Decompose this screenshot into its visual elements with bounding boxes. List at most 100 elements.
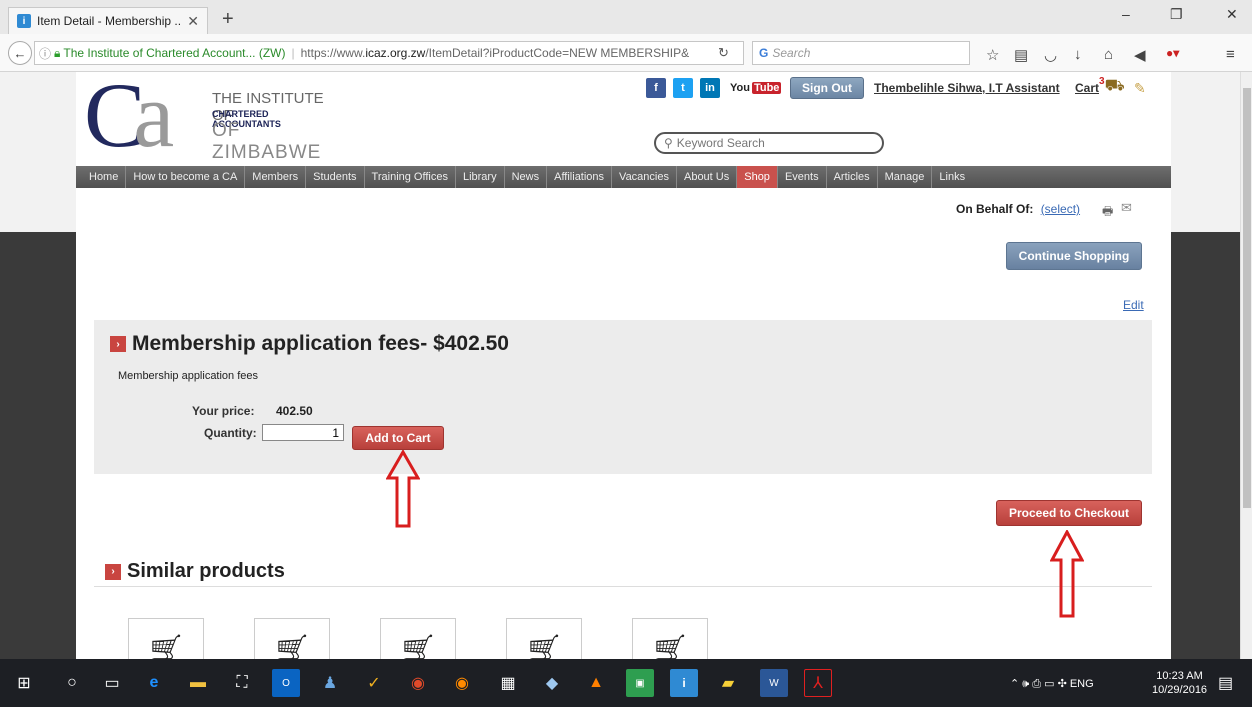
window-minimize-button[interactable]: –: [1122, 6, 1130, 22]
nav-item-library[interactable]: Library: [456, 166, 505, 188]
taskbar-clock[interactable]: 10:23 AM 10/29/2016: [1152, 669, 1207, 697]
task-view-icon[interactable]: ▭: [98, 669, 126, 697]
address-bar[interactable]: ⓘ 🔒︎ The Institute of Chartered Account.…: [34, 41, 744, 65]
reading-list-icon[interactable]: ▤: [1014, 46, 1028, 64]
nav-item-become-ca[interactable]: How to become a CA: [126, 166, 246, 188]
word-icon[interactable]: W: [760, 669, 788, 697]
annotation-arrow-icon: [386, 450, 420, 528]
linkedin-icon[interactable]: in: [700, 78, 720, 98]
mail-icon[interactable]: ✉: [1121, 200, 1132, 216]
windows-start-icon[interactable]: ⊞: [10, 669, 38, 697]
nav-item-home[interactable]: Home: [82, 166, 127, 188]
nav-item-shop[interactable]: Shop: [737, 166, 778, 188]
nav-item-students[interactable]: Students: [306, 166, 365, 188]
acrobat-icon[interactable]: ⅄: [804, 669, 832, 697]
windows-taskbar: ⊞ ○ ▭ e ▬ ⛶ O ♟ ✓ ◉ ◉ ▦ ◆ ▲ ▣ i ▰ W ⅄ ⌃ …: [0, 659, 1252, 707]
shopping-cart-icon: 🛒︎: [146, 634, 186, 659]
reload-icon[interactable]: ↻: [718, 45, 729, 61]
window-maximize-button[interactable]: ❐: [1170, 6, 1183, 23]
twitter-icon[interactable]: t: [673, 78, 693, 98]
home-icon[interactable]: ⌂: [1104, 46, 1113, 63]
shopping-cart-icon: 🛒︎: [524, 634, 564, 659]
site-logo[interactable]: Ca THE INSTITUTE OF CHARTERED ACCOUNTANT…: [84, 72, 324, 166]
nav-item-articles[interactable]: Articles: [827, 166, 878, 188]
youtube-icon[interactable]: You Tube: [728, 82, 782, 94]
chrome-icon[interactable]: ◉: [404, 669, 432, 697]
product-panel: › Membership application fees- $402.50 M…: [94, 320, 1152, 474]
check-app-icon[interactable]: ✓: [360, 669, 388, 697]
shopping-cart-icon: 🛒︎: [650, 634, 690, 659]
firefox-icon[interactable]: ◉: [448, 669, 476, 697]
nav-item-members[interactable]: Members: [245, 166, 307, 188]
on-behalf-select-link[interactable]: (select): [1041, 202, 1080, 216]
nav-item-vacancies[interactable]: Vacancies: [612, 166, 677, 188]
tab-close-icon[interactable]: ✕: [187, 13, 199, 30]
proceed-to-checkout-button[interactable]: Proceed to Checkout: [996, 500, 1142, 526]
scrollbar-thumb[interactable]: [1243, 88, 1251, 508]
calculator-icon[interactable]: ▦: [494, 669, 522, 697]
menu-hamburger-icon[interactable]: ≡: [1226, 46, 1235, 63]
nav-item-events[interactable]: Events: [778, 166, 827, 188]
nav-item-links[interactable]: Links: [932, 166, 972, 188]
product-description: Membership application fees: [118, 370, 259, 382]
site-identity[interactable]: The Institute of Chartered Account... (Z…: [63, 46, 285, 60]
similar-product-card[interactable]: 🛒︎: [380, 618, 456, 659]
page-scrollbar[interactable]: [1240, 72, 1252, 659]
continue-shopping-button[interactable]: Continue Shopping: [1006, 242, 1142, 270]
new-tab-button[interactable]: +: [222, 8, 234, 31]
user-profile-link[interactable]: Thembelihle Sihwa, I.T Assistant: [874, 81, 1060, 95]
chevron-right-icon: ›: [105, 563, 121, 580]
vlc-icon[interactable]: ▲: [582, 669, 610, 697]
back-arrow-icon[interactable]: ←: [8, 41, 32, 65]
nav-item-about-us[interactable]: About Us: [677, 166, 738, 188]
people-icon[interactable]: ♟: [316, 669, 344, 697]
pocket-icon[interactable]: ◡: [1044, 46, 1057, 64]
sticky-notes-icon[interactable]: ▰: [714, 669, 742, 697]
page-viewport: Ca THE INSTITUTE OF CHARTERED ACCOUNTANT…: [0, 72, 1240, 659]
paint-icon[interactable]: ◆: [538, 669, 566, 697]
shopping-cart-icon[interactable]: 3⛟: [1099, 76, 1125, 96]
divider: [94, 586, 1152, 587]
product-title: › Membership application fees- $402.50: [110, 332, 509, 356]
info-app-icon[interactable]: i: [670, 669, 698, 697]
keyword-search-input[interactable]: ⚲ Keyword Search: [654, 132, 884, 154]
similar-product-card[interactable]: 🛒︎: [254, 618, 330, 659]
similar-product-card[interactable]: 🛒︎: [506, 618, 582, 659]
edit-link[interactable]: Edit: [1123, 298, 1144, 312]
sage-app-icon[interactable]: ▣: [626, 669, 654, 697]
cortana-search-icon[interactable]: ○: [58, 669, 86, 697]
notification-icon[interactable]: ▤: [1218, 673, 1233, 693]
sign-out-button[interactable]: Sign Out: [790, 77, 864, 99]
similar-product-card[interactable]: 🛒︎: [632, 618, 708, 659]
tab-title: Item Detail - Membership ...: [37, 14, 182, 28]
facebook-icon[interactable]: f: [646, 78, 666, 98]
browser-search-input[interactable]: G Search: [752, 41, 970, 65]
browser-tab[interactable]: i Item Detail - Membership ... ✕: [8, 7, 208, 34]
edit-pencil-icon[interactable]: ✎: [1134, 80, 1146, 97]
url-text[interactable]: https://www.icaz.org.zw/ItemDetail?iProd…: [301, 46, 689, 60]
outlook-icon[interactable]: O: [272, 669, 300, 697]
nav-item-news[interactable]: News: [505, 166, 548, 188]
similar-product-card[interactable]: 🛒︎: [128, 618, 204, 659]
cart-link[interactable]: Cart: [1075, 81, 1099, 95]
print-icon[interactable]: 🖶: [1102, 202, 1113, 223]
quantity-input[interactable]: [262, 424, 344, 441]
share-icon[interactable]: ◀: [1134, 46, 1146, 64]
store-icon[interactable]: ⛶: [228, 669, 256, 697]
nav-item-manage[interactable]: Manage: [878, 166, 933, 188]
language-indicator[interactable]: ENG: [1070, 678, 1094, 690]
bookmark-star-icon[interactable]: ☆: [986, 46, 999, 64]
downloads-icon[interactable]: ↓: [1074, 46, 1082, 63]
edge-browser-icon[interactable]: e: [140, 669, 168, 697]
window-close-button[interactable]: ✕: [1226, 6, 1238, 23]
url-separator: |: [291, 46, 295, 60]
info-icon[interactable]: ⓘ: [39, 45, 51, 62]
add-to-cart-button[interactable]: Add to Cart: [352, 426, 444, 450]
nav-item-training-offices[interactable]: Training Offices: [365, 166, 456, 188]
nav-item-affiliations[interactable]: Affiliations: [547, 166, 613, 188]
system-tray[interactable]: ⌃ 🕪︎ ⎙ ▭ ✣ ENG: [1010, 677, 1094, 691]
page-content: Ca THE INSTITUTE OF CHARTERED ACCOUNTANT…: [76, 72, 1171, 659]
file-explorer-icon[interactable]: ▬: [184, 669, 212, 697]
quantity-label: Quantity:: [204, 426, 257, 440]
adblock-icon[interactable]: ●▾: [1166, 46, 1179, 60]
